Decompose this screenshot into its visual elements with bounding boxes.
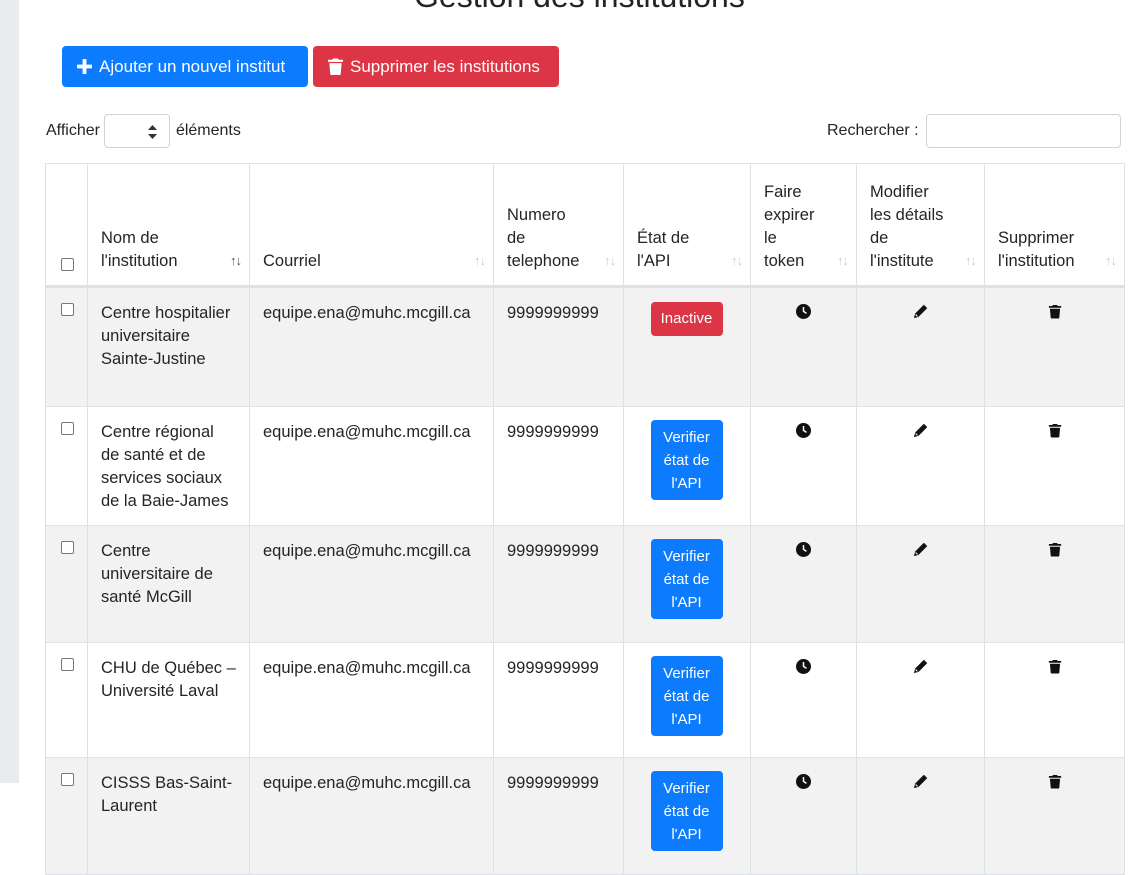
add-institution-button[interactable]: Ajouter un nouvel institut xyxy=(62,46,308,87)
institution-phone: 9999999999 xyxy=(507,659,599,677)
trash-icon[interactable] xyxy=(1048,774,1062,789)
pencil-icon[interactable] xyxy=(913,774,928,789)
row-checkbox[interactable] xyxy=(61,658,74,671)
institution-phone: 9999999999 xyxy=(507,423,599,441)
select-all-checkbox[interactable] xyxy=(61,258,74,271)
institution-name: Centre régional de santé et de services … xyxy=(101,423,229,510)
institution-email: equipe.ena@muhc.mcgill.ca xyxy=(263,659,471,677)
sort-icon: ↑↓ xyxy=(1105,253,1117,268)
verify-api-button[interactable]: Verifier état de l'API xyxy=(650,771,723,851)
column-header-delete[interactable]: Supprimer l'institution ↑↓ xyxy=(984,163,1125,288)
column-header-edit[interactable]: Modifier les détails de l'institute ↑↓ xyxy=(856,163,985,288)
plus-icon xyxy=(77,59,92,74)
sort-icon: ↑↓ xyxy=(731,253,743,268)
verify-api-button[interactable]: Verifier état de l'API xyxy=(650,420,723,500)
sort-icon: ↑↓ xyxy=(965,253,977,268)
select-all-cell xyxy=(45,163,88,288)
table-row: CISSS Bas-Saint-Laurent equipe.ena@muhc.… xyxy=(45,757,1125,875)
table-header-row: Nom de l'institution ↑↓ Courriel ↑↓ Numero… xyxy=(45,163,1125,288)
sort-icon: ↑↓ xyxy=(474,253,486,268)
institution-phone: 9999999999 xyxy=(507,774,599,792)
column-header-api-state[interactable]: État de l'API ↑↓ xyxy=(623,163,751,288)
clock-icon[interactable] xyxy=(796,304,811,319)
clock-icon[interactable] xyxy=(796,659,811,674)
table-row: Centre universitaire de santé McGill equ… xyxy=(45,525,1125,643)
table-row: CHU de Québec – Université Laval equipe.… xyxy=(45,642,1125,758)
institution-name: Centre universitaire de santé McGill xyxy=(101,542,213,606)
column-header-expire-token[interactable]: Faire expirer le token ↑↓ xyxy=(750,163,857,288)
row-checkbox[interactable] xyxy=(61,773,74,786)
pencil-icon[interactable] xyxy=(913,423,928,438)
delete-institutions-label: Supprimer les institutions xyxy=(350,56,540,76)
sort-icon: ↑↓ xyxy=(837,253,849,268)
verify-api-button[interactable]: Verifier état de l'API xyxy=(650,656,723,736)
institution-name: CISSS Bas-Saint-Laurent xyxy=(101,774,233,815)
column-header-name[interactable]: Nom de l'institution ↑↓ xyxy=(87,163,250,288)
institutions-table: Nom de l'institution ↑↓ Courriel ↑↓ Numero… xyxy=(45,163,1125,875)
sort-icon: ↑↓ xyxy=(604,253,616,268)
clock-icon[interactable] xyxy=(796,423,811,438)
show-suffix-label: éléments xyxy=(175,122,241,139)
pencil-icon[interactable] xyxy=(913,542,928,557)
clock-icon[interactable] xyxy=(796,774,811,789)
search-input[interactable] xyxy=(925,114,1121,148)
institution-email: equipe.ena@muhc.mcgill.ca xyxy=(263,542,471,560)
institution-email: equipe.ena@muhc.mcgill.ca xyxy=(263,774,471,792)
trash-icon[interactable] xyxy=(1048,304,1062,319)
table-row: Centre régional de santé et de services … xyxy=(45,406,1125,526)
column-header-email[interactable]: Courriel ↑↓ xyxy=(249,163,494,288)
add-institution-label: Ajouter un nouvel institut xyxy=(99,56,286,76)
row-checkbox[interactable] xyxy=(61,303,74,316)
search-label: Rechercher : xyxy=(827,122,919,139)
institution-phone: 9999999999 xyxy=(507,304,599,322)
trash-icon[interactable] xyxy=(1048,423,1062,438)
show-label: Afficher xyxy=(46,122,100,139)
institution-name: Centre hospitalier universitaire Sainte-… xyxy=(101,304,231,368)
page-length-control: Afficher éléments xyxy=(46,114,241,148)
search-control: Rechercher : xyxy=(827,114,1121,148)
row-checkbox[interactable] xyxy=(61,422,74,435)
row-checkbox[interactable] xyxy=(61,541,74,554)
pencil-icon[interactable] xyxy=(913,659,928,674)
table-row: Centre hospitalier universitaire Sainte-… xyxy=(45,286,1125,407)
trash-icon[interactable] xyxy=(1048,659,1062,674)
institution-phone: 9999999999 xyxy=(507,542,599,560)
clock-icon[interactable] xyxy=(796,542,811,557)
trash-icon[interactable] xyxy=(1048,542,1062,557)
column-header-phone[interactable]: Numero de telephone ↑↓ xyxy=(493,163,624,288)
left-gutter xyxy=(0,0,19,783)
sort-icon: ↑↓ xyxy=(230,253,242,268)
sort-caret-icon xyxy=(147,125,157,139)
trash-icon xyxy=(328,58,343,75)
institution-email: equipe.ena@muhc.mcgill.ca xyxy=(263,423,471,441)
institution-name: CHU de Québec – Université Laval xyxy=(101,659,236,700)
page-title: Gestion des institutions xyxy=(414,0,745,15)
institution-email: equipe.ena@muhc.mcgill.ca xyxy=(263,304,471,322)
delete-institutions-button[interactable]: Supprimer les institutions xyxy=(313,46,559,87)
api-state-inactive-badge: Inactive xyxy=(650,302,723,336)
verify-api-button[interactable]: Verifier état de l'API xyxy=(650,539,723,619)
pencil-icon[interactable] xyxy=(913,304,928,319)
page-length-select[interactable] xyxy=(103,114,170,148)
